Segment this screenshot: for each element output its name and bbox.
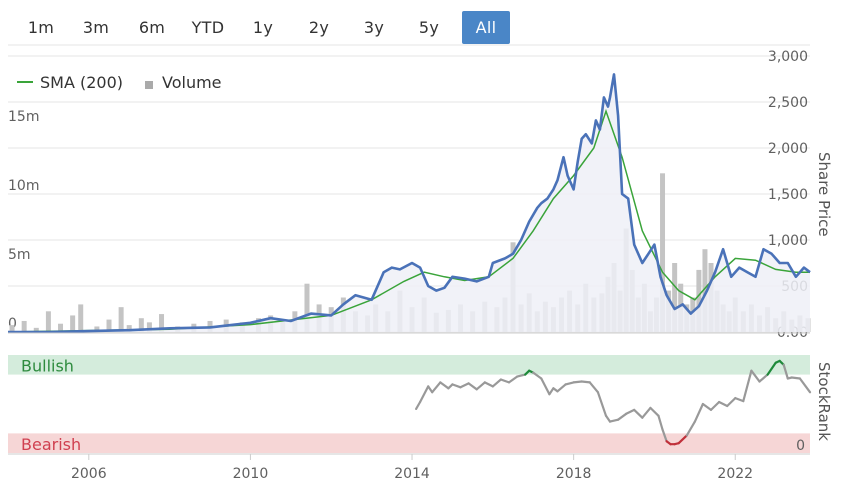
stockrank-line-segment: [693, 402, 705, 423]
price-tick-label: 1,000: [768, 233, 808, 249]
stockrank-line-segment: [431, 381, 442, 394]
stockrank-line-segment: [540, 377, 551, 396]
volume-bar: [78, 304, 84, 332]
price-tick-label: 2,000: [768, 141, 808, 157]
stockrank-line-segment: [475, 381, 486, 391]
volume-bar: [118, 307, 124, 332]
stockrank-line-segment: [415, 400, 422, 410]
stockrank-line-segment: [499, 378, 511, 384]
price-chart: 3,0002,5002,0001,5001,0005000.0015m10m5m…: [7, 44, 833, 482]
stockrank-line-segment: [625, 408, 636, 415]
stockrank-line-segment: [507, 375, 519, 384]
stockrank-line-segment: [467, 382, 478, 391]
bearish-label: Bearish: [21, 435, 81, 454]
stockrank-axis-title: StockRank: [815, 362, 833, 441]
stockrank-line-segment: [608, 418, 620, 423]
stockrank-line-segment: [709, 400, 721, 411]
volume-tick-label: 10m: [8, 178, 39, 194]
stockrank-line-segment: [596, 391, 608, 417]
bullish-label: Bullish: [21, 357, 74, 376]
stockrank-line-segment: [734, 397, 745, 403]
stockrank-line-segment: [588, 381, 600, 394]
stockrank-line-segment: [701, 402, 713, 411]
stockrank-line-segment: [451, 383, 462, 389]
x-tick-label: 2014: [394, 466, 430, 482]
share-price-axis-title: Share Price: [815, 152, 833, 237]
stockrank-zero-label: 0: [796, 438, 805, 454]
volume-bar: [45, 311, 51, 332]
stockrank-line-segment: [717, 400, 729, 408]
stockrank-line-segment: [726, 397, 737, 408]
stockrank-line-segment: [633, 408, 644, 419]
stockrank-line-segment: [758, 373, 769, 383]
stockrank-line-segment: [641, 406, 652, 419]
stockrank-line-segment: [685, 420, 697, 437]
x-tick-label: 2006: [71, 466, 107, 482]
stockrank-line-segment: [459, 382, 470, 389]
stockrank-line-segment: [419, 385, 430, 404]
volume-tick-label: 15m: [8, 109, 39, 125]
stockrank-line-segment: [580, 380, 591, 384]
x-tick-label: 2022: [717, 466, 753, 482]
stockrank-line-segment: [483, 381, 494, 388]
stockrank-line-segment: [616, 412, 628, 421]
legend-volume-label: Volume: [162, 73, 222, 92]
x-tick-label: 2010: [233, 466, 269, 482]
bullish-band: [8, 355, 810, 375]
bearish-band: [8, 433, 810, 453]
volume-bar: [21, 320, 27, 332]
stockrank-line-segment: [564, 381, 575, 386]
stockrank-line-segment: [439, 381, 450, 390]
stockrank-line-segment: [798, 377, 812, 394]
price-tick-label: 2,500: [768, 95, 808, 111]
legend-volume-swatch: [145, 81, 153, 89]
stockrank-line-segment: [515, 373, 527, 378]
stockrank-line-segment: [491, 378, 502, 388]
stockrank-line-segment: [649, 406, 660, 417]
legend-sma-label: SMA (200): [40, 73, 123, 92]
stockrank-line-segment: [742, 369, 753, 403]
volume-tick-label: 5m: [8, 247, 31, 263]
stockrank-line-segment: [556, 383, 567, 393]
stockrank-line-segment: [657, 414, 664, 431]
price-tick-label: 3,000: [768, 49, 808, 65]
stockrank-line-segment: [572, 380, 583, 384]
volume-bar: [70, 315, 76, 332]
price-area: [8, 74, 810, 333]
price-tick-label: 1,500: [768, 187, 808, 203]
stockrank-line-segment: [790, 376, 802, 380]
x-tick-label: 2018: [556, 466, 592, 482]
